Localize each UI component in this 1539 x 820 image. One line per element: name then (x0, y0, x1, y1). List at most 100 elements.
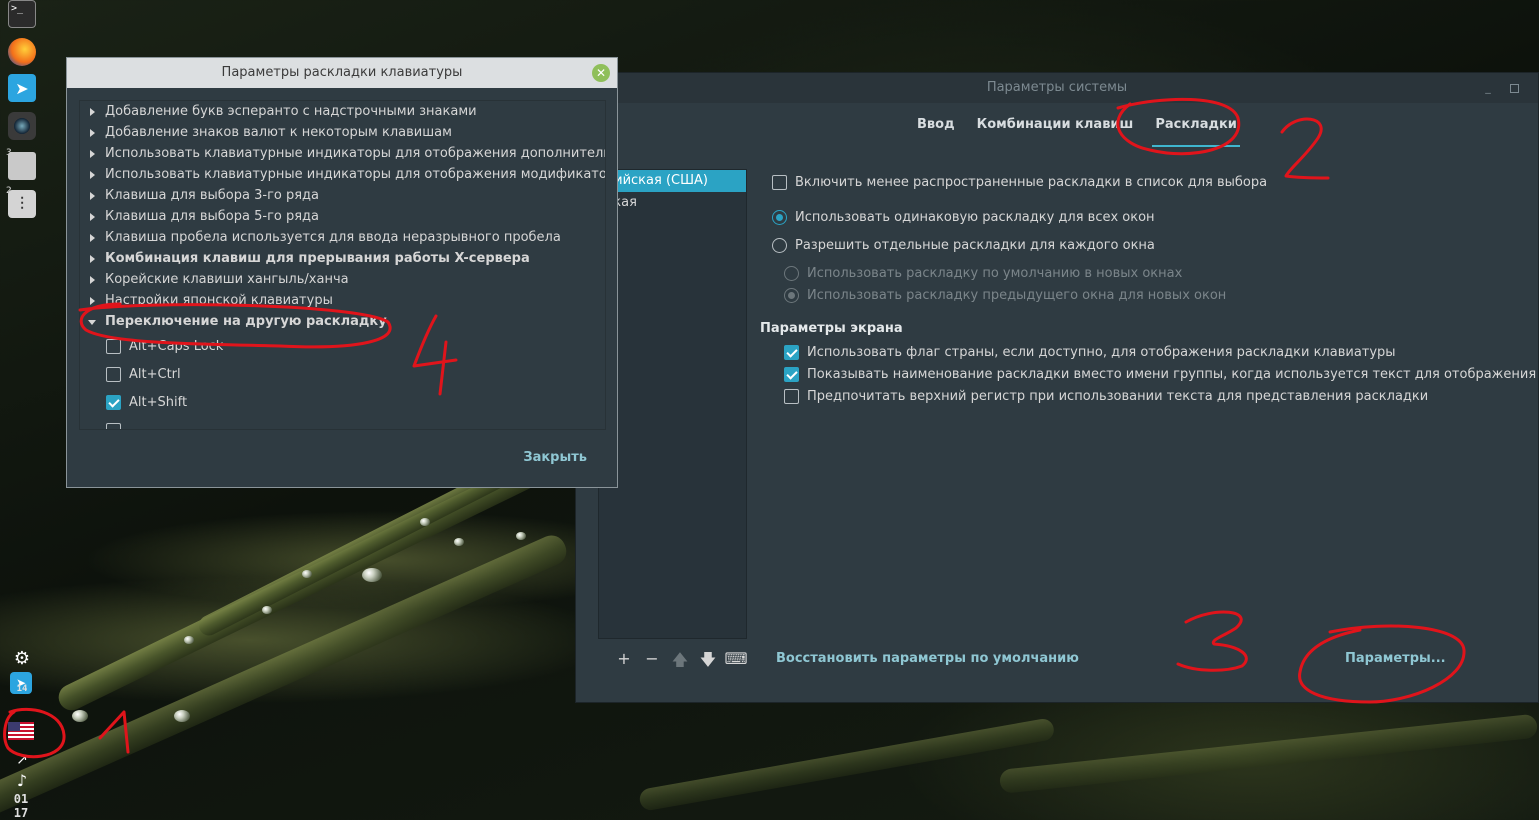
left-dock: >_ ➤ 3 2 ⫶ ⚙ ➤ 14 ↗ ♪ 01 17 (0, 0, 42, 820)
switch-option-label: Alt+Shift (129, 394, 188, 410)
tree-item-expanded[interactable]: Переключение на другую раскладку (80, 311, 605, 332)
firefox-icon[interactable] (8, 38, 36, 66)
tab-shortcuts[interactable]: Комбинации клавиш (966, 113, 1145, 143)
show-layout-name-label: Показывать наименование раскладки вместо… (807, 367, 1539, 382)
tree-item-label: Корейские клавиши хангыль/ханча (105, 272, 349, 287)
telegram-badge: 14 (16, 684, 28, 694)
maximize-button[interactable] (1510, 84, 1519, 93)
tree-item-label: Комбинация клавиш для прерывания работы … (105, 251, 530, 266)
expand-arrow-icon[interactable] (90, 192, 95, 200)
telegram-icon[interactable]: ➤ (8, 74, 36, 102)
show-layout-name-row[interactable]: Показывать наименование раскладки вместо… (784, 367, 1539, 382)
separate-layout-label: Разрешить отдельные раскладки для каждог… (795, 238, 1155, 253)
switch-option-checkbox[interactable] (106, 422, 121, 429)
separate-layout-radio[interactable] (772, 238, 787, 253)
tree-item-label: Добавление букв эсперанто с надстрочными… (105, 104, 477, 119)
same-layout-radio-row[interactable]: Использовать одинаковую раскладку для вс… (772, 210, 1155, 225)
music-icon[interactable]: ♪ (8, 766, 36, 794)
screen-section-title: Параметры экрана (760, 321, 903, 336)
folder-icon[interactable] (8, 152, 36, 180)
switch-option-checkbox[interactable] (106, 366, 121, 382)
parameters-button[interactable]: Параметры... (1345, 651, 1446, 666)
tree-item-label: Использовать клавиатурные индикаторы для… (105, 146, 606, 161)
less-common-label: Включить менее распространенные раскладк… (795, 175, 1268, 190)
camera-icon[interactable] (8, 112, 36, 140)
collapse-arrow-icon[interactable] (88, 320, 96, 325)
use-flag-row[interactable]: Использовать флаг страны, если доступно,… (784, 345, 1396, 360)
move-up-icon[interactable]: 🡅 (666, 649, 694, 676)
separate-layout-radio-row[interactable]: Разрешить отдельные раскладки для каждог… (772, 238, 1155, 253)
default-layout-radio-row: Использовать раскладку по умолчанию в но… (784, 266, 1182, 281)
clock-minute: 17 (13, 806, 29, 820)
titlebar[interactable]: Параметры системы _ (576, 73, 1538, 103)
tab-bar: Ввод Комбинации клавиш Раскладки (906, 113, 1248, 147)
tree-item-label: Клавиша для выбора 5-го ряда (105, 209, 320, 224)
use-flag-label: Использовать флаг страны, если доступно,… (807, 345, 1396, 360)
tree-item[interactable]: Комбинация клавиш для прерывания работы … (80, 248, 605, 269)
switch-option-checkbox[interactable] (106, 338, 121, 354)
tab-layouts[interactable]: Раскладки (1144, 113, 1248, 147)
list-item[interactable]: глийская (США) (599, 170, 746, 192)
previous-layout-radio-row: Использовать раскладку предыдущего окна … (784, 288, 1226, 303)
steam-icon[interactable]: ⚙ (8, 644, 36, 672)
expand-arrow-icon[interactable] (90, 171, 95, 179)
tree-item-label: Переключение на другую раскладку (105, 314, 387, 329)
default-layout-label: Использовать раскладку по умолчанию в но… (807, 266, 1183, 281)
expand-arrow-icon[interactable] (90, 297, 95, 305)
terminal-icon[interactable]: >_ (8, 0, 36, 28)
prefer-uppercase-row[interactable]: Предпочитать верхний регистр при использ… (784, 389, 1428, 404)
window-title: Параметры системы (986, 80, 1128, 95)
switch-option-row[interactable] (80, 416, 605, 429)
tree-item[interactable]: Добавление знаков валют к некоторым клав… (80, 122, 605, 143)
add-layout-button[interactable]: + (610, 649, 638, 676)
keyboard-icon[interactable]: ⌨ (722, 649, 750, 676)
tree-item-label: Использовать клавиатурные индикаторы для… (105, 167, 606, 182)
less-common-checkbox[interactable] (772, 175, 787, 190)
show-layout-name-checkbox[interactable] (784, 367, 799, 382)
list-item[interactable]: сская (599, 192, 746, 214)
restore-defaults-button[interactable]: Восстановить параметры по умолчанию (776, 651, 1079, 666)
default-layout-radio (784, 266, 799, 281)
expand-arrow-icon[interactable] (90, 276, 95, 284)
switch-option-label: Alt+Ctrl (129, 366, 181, 382)
expand-arrow-icon[interactable] (90, 129, 95, 137)
tree-item[interactable]: Корейские клавиши хангыль/ханча (80, 269, 605, 290)
close-button[interactable]: Закрыть (523, 450, 587, 465)
switch-option-row[interactable]: Alt+Caps Lock (80, 332, 605, 360)
move-down-icon[interactable]: 🡇 (694, 649, 722, 676)
same-layout-radio[interactable] (772, 210, 787, 225)
tree-item-label: Добавление знаков валют к некоторым клав… (105, 125, 452, 140)
expand-arrow-icon[interactable] (90, 234, 95, 242)
dialog-title: Параметры раскладки клавиатуры (221, 65, 463, 80)
layout-list-toolbar: + − 🡅 🡇 ⌨ (610, 649, 750, 676)
mixer-icon[interactable]: ⫶ (8, 190, 36, 218)
minimize-button[interactable]: _ (1482, 82, 1494, 94)
tree-item[interactable]: Использовать клавиатурные индикаторы для… (80, 164, 605, 185)
expand-arrow-icon[interactable] (90, 255, 95, 263)
remove-layout-button[interactable]: − (638, 649, 666, 676)
tree-item-label: Клавиша для выбора 3-го ряда (105, 188, 320, 203)
expand-arrow-icon[interactable] (90, 213, 95, 221)
close-icon[interactable]: ✕ (592, 64, 610, 82)
dialog-titlebar[interactable]: Параметры раскладки клавиатуры ✕ (67, 58, 617, 88)
prefer-uppercase-checkbox[interactable] (784, 389, 799, 404)
expand-arrow-icon[interactable] (90, 150, 95, 158)
layout-list[interactable]: глийская (США) сская (598, 169, 747, 639)
options-tree[interactable]: Добавление букв эсперанто с надстрочными… (79, 100, 606, 430)
layout-options-dialog: Параметры раскладки клавиатуры ✕ Добавле… (66, 57, 618, 488)
tree-item[interactable]: Добавление букв эсперанто с надстрочными… (80, 101, 605, 122)
tree-item[interactable]: Использовать клавиатурные индикаторы для… (80, 143, 605, 164)
tree-item[interactable]: Клавиша для выбора 3-го ряда (80, 185, 605, 206)
previous-layout-label: Использовать раскладку предыдущего окна … (807, 288, 1227, 303)
use-flag-checkbox[interactable] (784, 345, 799, 360)
tree-item[interactable]: Клавиша для выбора 5-го ряда (80, 206, 605, 227)
tree-item[interactable]: Настройки японской клавиатуры (80, 290, 605, 311)
less-common-checkbox-row[interactable]: Включить менее распространенные раскладк… (772, 175, 1267, 190)
tree-item[interactable]: Клавиша пробела используется для ввода н… (80, 227, 605, 248)
switch-option-row[interactable]: Alt+Shift (80, 388, 605, 416)
tab-input[interactable]: Ввод (906, 113, 966, 143)
expand-arrow-icon[interactable] (90, 108, 95, 116)
switch-option-checkbox[interactable] (106, 394, 121, 410)
us-flag-icon[interactable] (8, 722, 34, 740)
switch-option-row[interactable]: Alt+Ctrl (80, 360, 605, 388)
